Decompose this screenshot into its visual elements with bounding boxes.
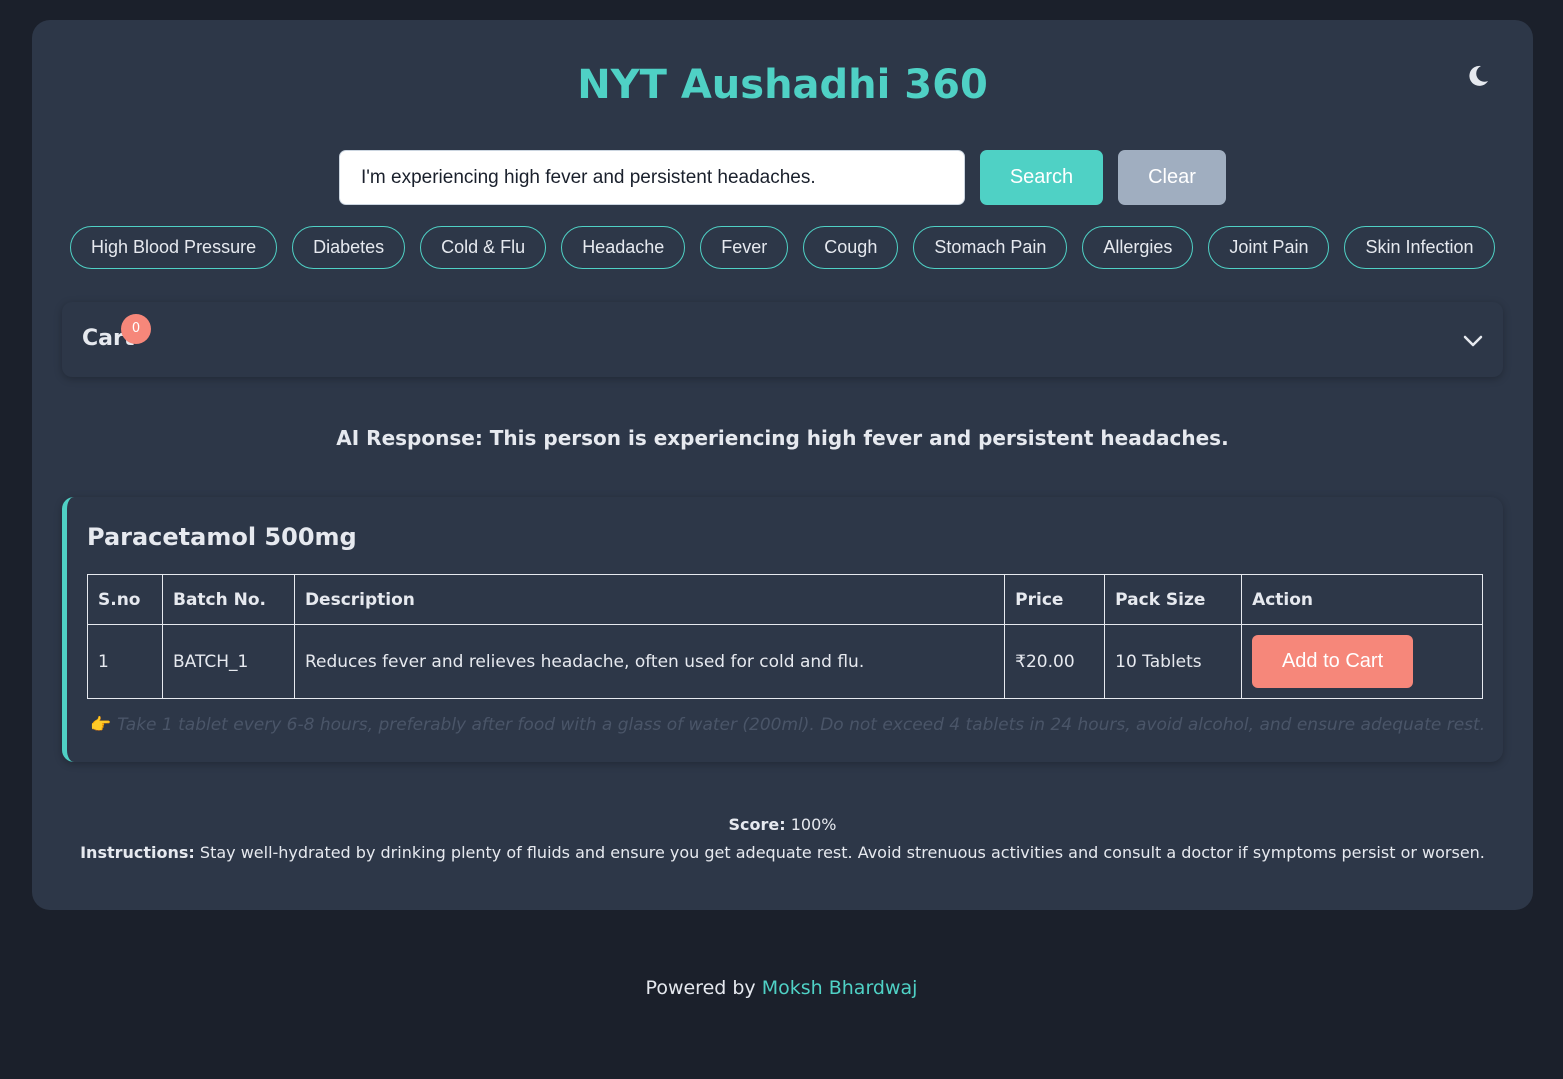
cell-pack-size: 10 Tablets	[1104, 624, 1243, 699]
chip-diabetes[interactable]: Diabetes	[292, 226, 406, 269]
cell-action: Add to Cart	[1241, 624, 1483, 699]
dosage-note: 👉 Take 1 tablet every 6-8 hours, preferab…	[90, 715, 1485, 735]
chip-allergies[interactable]: Allergies	[1082, 226, 1194, 269]
column-header: Action	[1241, 574, 1483, 625]
score-label: Score:	[728, 815, 786, 834]
chip-high-blood-pressure[interactable]: High Blood Pressure	[70, 226, 278, 269]
cart-panel[interactable]: Cart 0	[62, 302, 1503, 377]
chip-stomach-pain[interactable]: Stomach Pain	[913, 226, 1068, 269]
symptom-chips: High Blood Pressure Diabetes Cold & Flu …	[70, 226, 1495, 269]
footer-prefix: Powered by	[645, 977, 756, 999]
search-input[interactable]	[339, 150, 965, 205]
table-row: 1 BATCH_1 Reduces fever and relieves hea…	[87, 624, 1483, 699]
page-title: NYT Aushadhi 360	[577, 62, 988, 108]
app-panel: NYT Aushadhi 360 Search Clear High Blood…	[32, 20, 1533, 910]
cell-sno: 1	[87, 624, 163, 699]
column-header: Price	[1004, 574, 1106, 625]
instructions-label: Instructions:	[80, 843, 195, 862]
medicine-name: Paracetamol 500mg	[87, 523, 357, 551]
search-bar: Search Clear	[339, 150, 1226, 205]
chip-fever[interactable]: Fever	[700, 226, 789, 269]
summary: Score: 100% Instructions: Stay well-hydr…	[32, 811, 1533, 867]
chip-skin-infection[interactable]: Skin Infection	[1344, 226, 1495, 269]
chip-headache[interactable]: Headache	[561, 226, 686, 269]
cell-description: Reduces fever and relieves headache, oft…	[293, 624, 1006, 699]
dosage-note-text: Take 1 tablet every 6-8 hours, preferabl…	[117, 715, 1486, 735]
ai-response-text: This person is experiencing high fever a…	[489, 426, 1229, 450]
table-header-row: S.no Batch No. Description Price Pack Si…	[87, 574, 1483, 625]
score-value: 100%	[790, 815, 837, 834]
ai-response-label: AI Response:	[336, 426, 483, 450]
column-header: S.no	[87, 574, 163, 625]
instructions-text: Stay well-hydrated by drinking plenty of…	[199, 843, 1485, 862]
pointing-hand-icon: 👉	[90, 715, 112, 735]
clear-button[interactable]: Clear	[1118, 150, 1226, 205]
footer: Powered by Moksh Bhardwaj	[0, 977, 1563, 999]
chip-cough[interactable]: Cough	[803, 226, 899, 269]
column-header: Description	[293, 574, 1006, 625]
cell-batch: BATCH_1	[161, 624, 295, 699]
medicine-table: S.no Batch No. Description Price Pack Si…	[87, 574, 1483, 699]
chip-cold-flu[interactable]: Cold & Flu	[420, 226, 547, 269]
instructions-line: Instructions: Stay well-hydrated by drin…	[32, 839, 1533, 867]
cell-price: ₹20.00	[1004, 624, 1106, 699]
score-line: Score: 100%	[32, 811, 1533, 839]
cart-count-badge: 0	[121, 314, 151, 344]
chevron-down-icon[interactable]	[1462, 330, 1484, 350]
chip-joint-pain[interactable]: Joint Pain	[1208, 226, 1330, 269]
column-header: Pack Size	[1104, 574, 1243, 625]
column-header: Batch No.	[161, 574, 295, 625]
add-to-cart-button[interactable]: Add to Cart	[1252, 635, 1414, 688]
search-button[interactable]: Search	[980, 150, 1103, 205]
author-link[interactable]: Moksh Bhardwaj	[762, 977, 918, 999]
ai-response: AI Response: This person is experiencing…	[32, 426, 1533, 450]
moon-icon[interactable]	[1464, 62, 1492, 90]
medicine-card: Paracetamol 500mg S.no Batch No. Descrip…	[62, 497, 1503, 762]
